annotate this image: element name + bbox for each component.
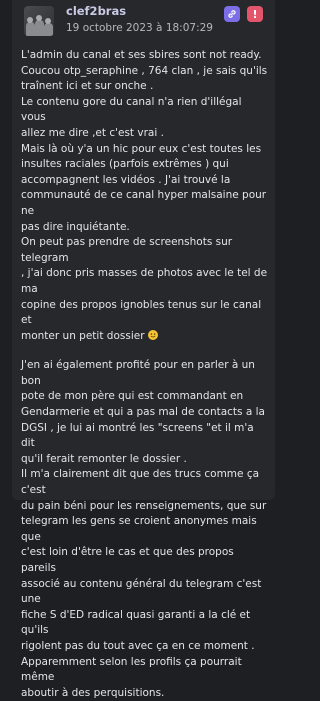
text-line: Mais là où y'a un hic pour eux c'est tou… [21,142,262,155]
post-card: clef2bras 19 octobre 2023 à 18:07:29 ! L… [12,0,275,699]
avatar-figure-1 [26,22,35,36]
avatar-figure-3 [44,23,53,36]
username-link[interactable]: clef2bras [66,4,126,18]
avatar[interactable] [24,6,54,36]
avatar-head-2 [36,15,42,21]
link-icon [228,10,236,18]
text-line: aboutir à des perquisitions. [21,686,165,699]
text-line: qu'il ferait remonter le dossier . [21,452,187,465]
permalink-button[interactable] [224,6,240,22]
text-line: fiche S d'ED radical quasi garanti a la … [21,608,251,637]
text-line: L'admin du canal et ses sbires sont not … [21,49,262,61]
text-line: allez me dire ,et c'est vrai . [21,126,164,139]
text-line: Gendarmerie et qui a pas mal de contacts… [21,406,265,419]
avatar-figure-2 [35,20,44,36]
text-line: associé au contenu général du telegram c… [21,577,262,606]
avatar-head-1 [27,17,33,23]
text-line: Le contenu gore du canal n'a rien d'illé… [21,95,242,124]
smiley-emoji-icon [147,329,158,340]
text-line: pote de mon père qui est commandant en [21,390,244,403]
paragraph-1: L'admin du canal et ses sbires sont not … [21,48,269,344]
report-icon: ! [252,7,258,21]
text-line: Coucou otp_seraphine , 764 clan , je sai… [21,64,268,77]
text-line: On peut pas prendre de screenshots sur t… [21,236,233,264]
text-line: traînent ici et sur onche . [21,80,154,93]
text-line: rigolent pas du tout avec ça en ce momen… [21,639,255,652]
text-line: c'est loin d'être le cas et que des prop… [21,546,234,574]
text-line: monter un petit dossier [21,329,269,345]
text-line: accompagnent les vidéos . J'ai trouvé la [21,173,231,186]
post-date: 19 octobre 2023 à 18:07:29 [66,22,213,34]
report-button[interactable]: ! [247,6,263,22]
text-line: Il m'a clairement dit que des trucs comm… [21,468,260,497]
text-line: copine des propos ignobles tenus sur le … [21,298,262,327]
text-line: Apparemment selon les profils ça pourrai… [21,655,242,684]
paragraph-2: J'en ai également profité pour en parler… [21,358,269,701]
post-body: L'admin du canal et ses sbires sont not … [21,48,269,701]
text-line: pas dire inquiétante. [21,220,130,233]
text-line: , j'ai donc pris masses de photos avec l… [21,267,268,295]
text-line: DGSI , je lui ai montré les "screens "et… [21,421,254,450]
text-line: communauté de ce canal hyper malsaine po… [21,189,267,217]
text-line: J'en ai également profité pour en parler… [21,359,255,387]
avatar-head-3 [45,18,51,24]
text-line: telegram les gens se croient anonymes ma… [21,515,257,543]
text-line: insultes raciales (parfois extrêmes ) qu… [21,158,229,171]
post-header: clef2bras 19 octobre 2023 à 18:07:29 ! [12,0,275,44]
